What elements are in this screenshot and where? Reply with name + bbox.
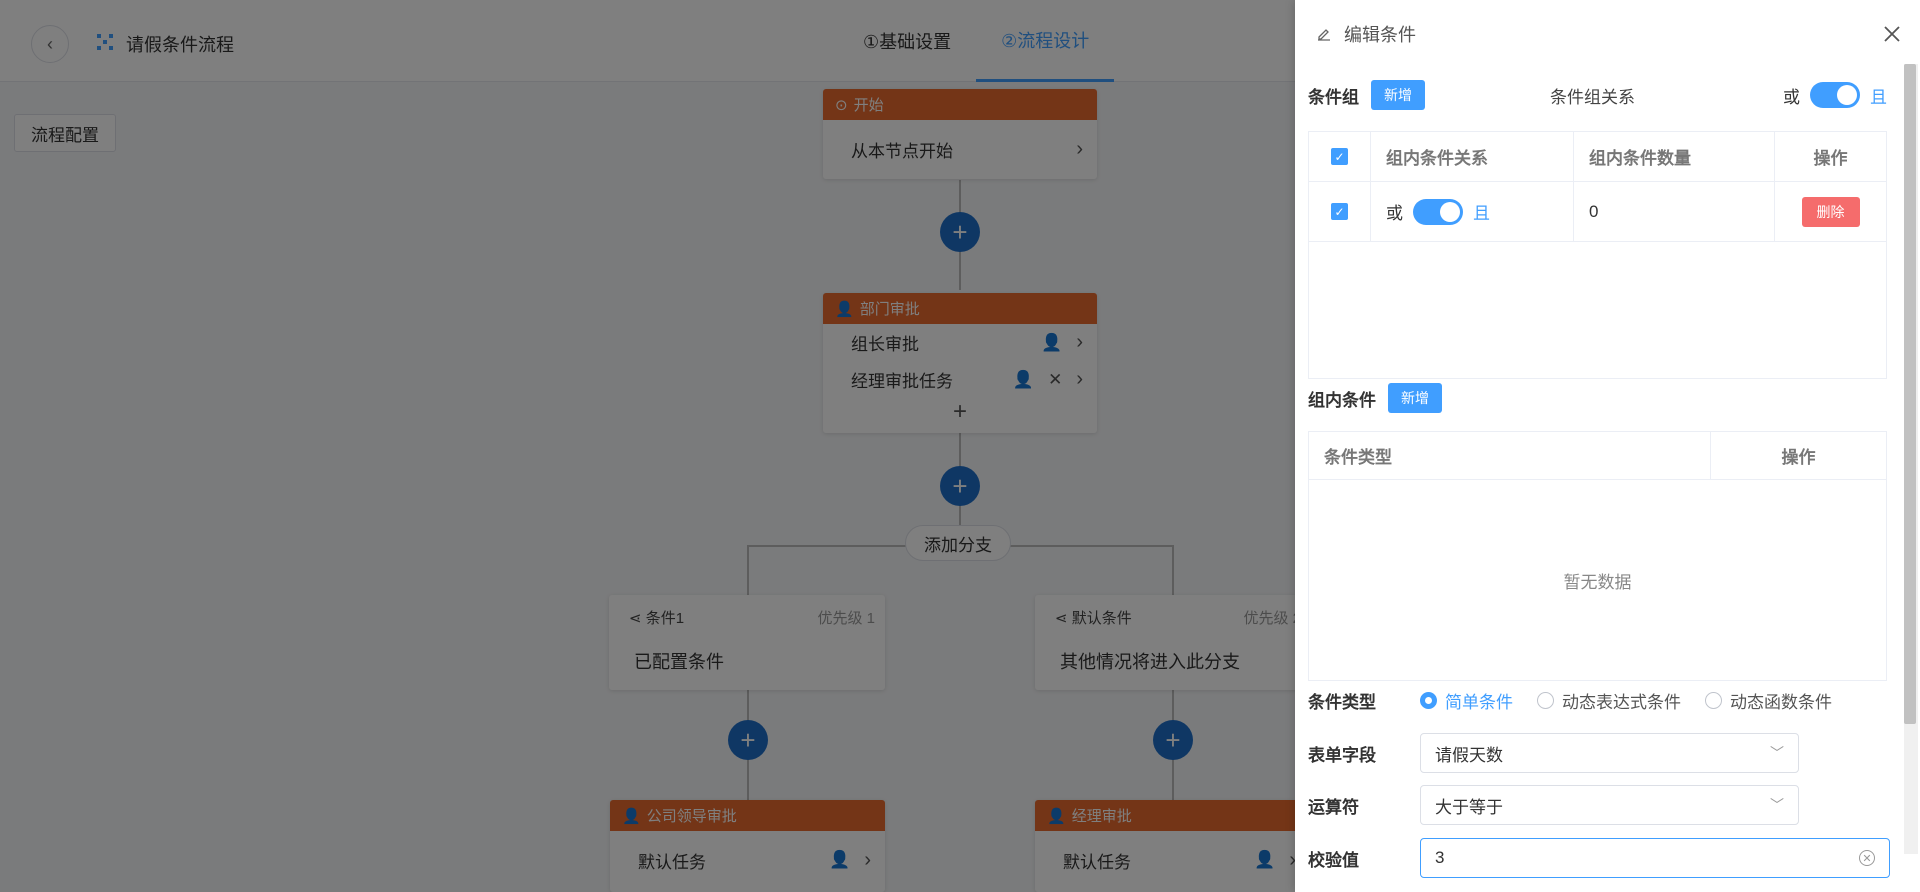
- group-relation-label: 条件组关系: [1550, 87, 1635, 107]
- inner-conditions-label: 组内条件: [1308, 390, 1376, 410]
- add-group-button[interactable]: 新增: [1371, 80, 1425, 110]
- radio-label: 动态表达式条件: [1562, 693, 1681, 712]
- table-row[interactable]: ✓ 或 且 0 删除: [1309, 182, 1886, 242]
- and-label: 且: [1870, 87, 1887, 107]
- check-value-input[interactable]: 3 ✕: [1420, 838, 1890, 878]
- drawer-header: 编辑条件: [1295, 0, 1920, 68]
- form-field-label: 表单字段: [1308, 745, 1376, 765]
- delete-button[interactable]: 删除: [1801, 196, 1860, 227]
- table-header: ✓ 组内条件关系 组内条件数量 操作: [1309, 132, 1886, 182]
- condition-type-label: 条件类型: [1308, 693, 1376, 712]
- chevron-down-icon: ﹀: [1770, 797, 1784, 813]
- condition-type-row: 条件类型 简单条件 动态表达式条件 动态函数条件: [1308, 688, 1832, 713]
- radio-label: 动态函数条件: [1730, 693, 1832, 712]
- inner-conditions-header: 组内条件 新增: [1308, 383, 1442, 413]
- radio-simple[interactable]: 简单条件: [1420, 688, 1513, 713]
- select-value: 大于等于: [1435, 797, 1503, 817]
- radio-dynamic-expression[interactable]: 动态表达式条件: [1537, 688, 1681, 713]
- form-field-row: 表单字段 请假天数 ﹀: [1308, 733, 1799, 773]
- column-header: 组内条件关系: [1371, 132, 1574, 181]
- check-value-row: 校验值 3 ✕: [1308, 838, 1890, 878]
- or-label: 或: [1386, 204, 1403, 223]
- drawer-title: 编辑条件: [1344, 25, 1416, 45]
- select-value: 请假天数: [1435, 745, 1503, 765]
- or-label: 或: [1783, 87, 1800, 107]
- condition-type-radios: 简单条件 动态表达式条件 动态函数条件: [1420, 688, 1832, 713]
- condition-group-table: ✓ 组内条件关系 组内条件数量 操作 ✓ 或 且 0 删除: [1308, 131, 1887, 379]
- column-header: 操作: [1781, 448, 1816, 467]
- add-inner-condition-button[interactable]: 新增: [1388, 383, 1442, 413]
- edit-icon: [1318, 29, 1330, 41]
- operator-label: 运算符: [1308, 797, 1359, 817]
- chevron-down-icon: ﹀: [1770, 745, 1784, 761]
- clear-icon[interactable]: ✕: [1859, 850, 1875, 866]
- edit-condition-drawer: 编辑条件 条件组 新增 条件组关系 或 且 ✓ 组内条件关系 组内条件数量 操作…: [1295, 0, 1920, 892]
- input-value: 3: [1435, 848, 1445, 867]
- inner-relation-switch[interactable]: [1413, 198, 1463, 225]
- column-header: 组内条件数量: [1574, 132, 1775, 181]
- scrollbar-thumb[interactable]: [1904, 64, 1916, 724]
- condition-group-header: 条件组 新增 条件组关系 或 且: [1308, 80, 1887, 110]
- condition-group-label: 条件组: [1308, 87, 1359, 107]
- form-field-select[interactable]: 请假天数 ﹀: [1420, 733, 1799, 773]
- inner-conditions-table: 条件类型 操作 暂无数据: [1308, 431, 1887, 681]
- check-value-label: 校验值: [1308, 850, 1359, 870]
- table-header: 条件类型 操作: [1309, 432, 1886, 480]
- operator-select[interactable]: 大于等于 ﹀: [1420, 785, 1799, 825]
- and-label: 且: [1473, 204, 1490, 223]
- close-icon[interactable]: [1880, 22, 1904, 46]
- empty-text: 暂无数据: [1563, 572, 1632, 592]
- radio-label: 简单条件: [1445, 693, 1513, 712]
- column-header: 操作: [1813, 149, 1848, 168]
- radio-dynamic-function[interactable]: 动态函数条件: [1705, 688, 1832, 713]
- select-all-checkbox[interactable]: ✓: [1331, 148, 1348, 165]
- condition-count: 0: [1574, 182, 1775, 241]
- radio-dot: [1420, 692, 1437, 709]
- group-relation-switch[interactable]: [1810, 82, 1860, 108]
- radio-dot: [1705, 692, 1722, 709]
- row-checkbox[interactable]: ✓: [1331, 203, 1348, 220]
- column-header: 条件类型: [1309, 432, 1711, 479]
- operator-row: 运算符 大于等于 ﹀: [1308, 785, 1799, 825]
- radio-dot: [1537, 692, 1554, 709]
